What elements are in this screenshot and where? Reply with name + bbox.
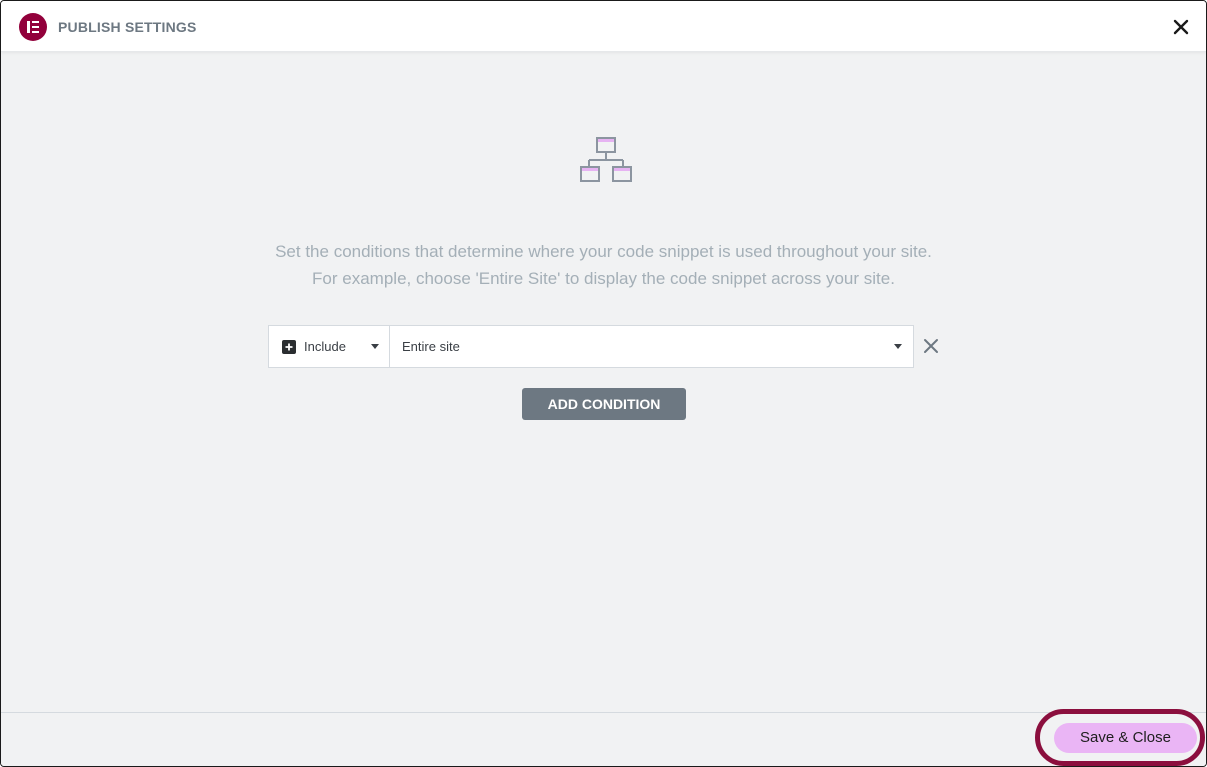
elementor-logo-icon	[19, 13, 47, 41]
modal-body: Set the conditions that determine where …	[1, 52, 1206, 712]
condition-type-value: Include	[304, 339, 346, 354]
modal-header: PUBLISH SETTINGS	[1, 1, 1206, 52]
caret-down-icon	[894, 344, 902, 349]
condition-row: Include Entire site	[268, 325, 914, 368]
condition-type-select[interactable]: Include	[269, 326, 390, 367]
caret-down-icon	[371, 344, 379, 349]
sitemap-icon	[580, 137, 632, 182]
description-line-2: For example, choose 'Entire Site' to dis…	[312, 269, 895, 288]
close-icon	[1173, 19, 1189, 35]
add-condition-button[interactable]: ADD CONDITION	[522, 388, 686, 420]
plus-square-icon	[282, 340, 296, 354]
description-line-1: Set the conditions that determine where …	[275, 242, 932, 261]
modal-footer	[1, 712, 1206, 766]
save-and-close-button[interactable]: Save & Close	[1054, 723, 1197, 753]
publish-settings-modal: PUBLISH SETTINGS Set the conditions that…	[0, 0, 1207, 767]
close-icon	[924, 339, 938, 353]
condition-scope-select[interactable]: Entire site	[390, 326, 913, 367]
condition-scope-value: Entire site	[402, 339, 460, 354]
remove-condition-button[interactable]	[922, 337, 940, 355]
modal-title: PUBLISH SETTINGS	[58, 19, 197, 35]
close-button[interactable]	[1168, 14, 1194, 40]
